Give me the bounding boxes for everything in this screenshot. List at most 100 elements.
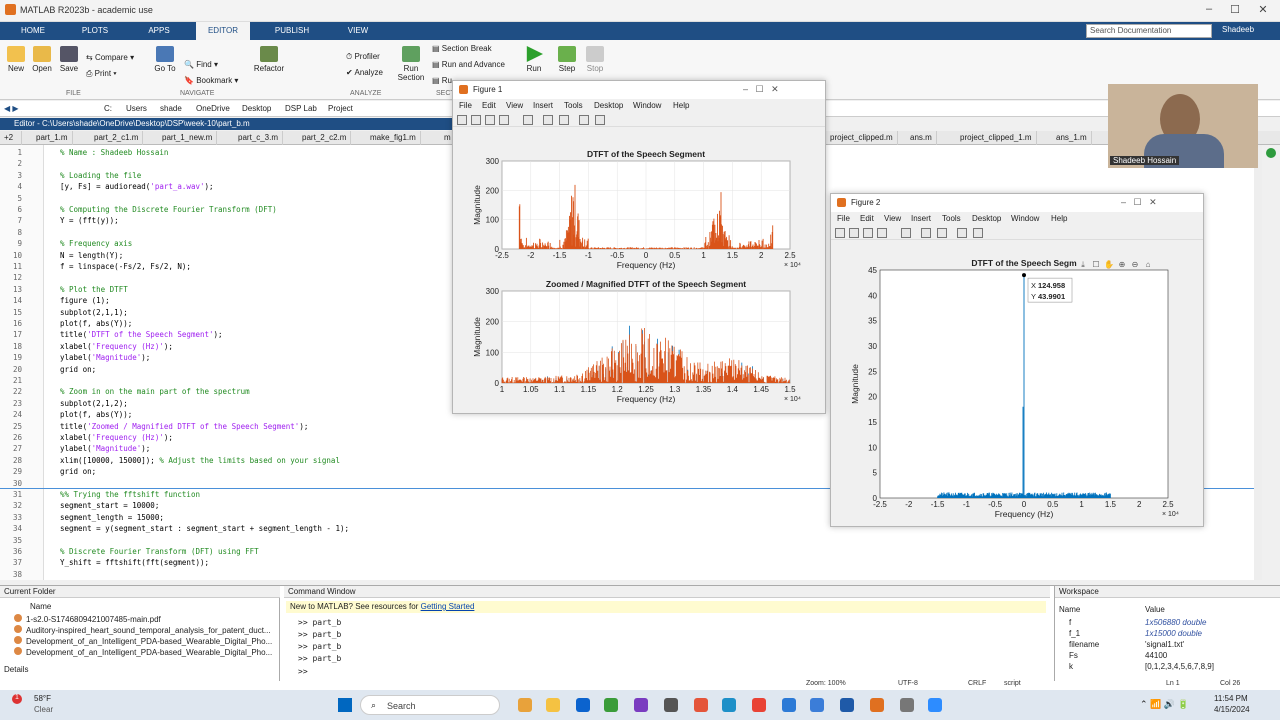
refactor-button[interactable]: Refactor bbox=[252, 46, 286, 73]
menu-help[interactable]: Help bbox=[673, 101, 689, 110]
code-line[interactable]: plot(f, abs(Y)); bbox=[60, 410, 132, 419]
compare-button[interactable]: ⇆ Compare ▾ bbox=[86, 53, 134, 62]
editor-tab-count[interactable]: +2 bbox=[0, 131, 22, 145]
menu-view[interactable]: View bbox=[506, 101, 523, 110]
save-button[interactable]: Save bbox=[57, 46, 81, 73]
profiler-button[interactable]: ⏱ Profiler bbox=[346, 52, 380, 62]
step-button[interactable]: Step bbox=[555, 46, 579, 73]
weather-temp[interactable]: 58°F bbox=[34, 694, 51, 703]
tab-publish[interactable]: PUBLISH bbox=[268, 22, 316, 40]
menu-file[interactable]: File bbox=[837, 214, 850, 223]
app-icon[interactable] bbox=[900, 698, 914, 712]
workspace-var-name[interactable]: filename bbox=[1069, 640, 1099, 649]
code-line[interactable]: segment = y(segment_start : segment_star… bbox=[60, 524, 349, 533]
store-icon[interactable] bbox=[576, 698, 590, 712]
figure-1-controls[interactable]: – ☐ ✕ bbox=[743, 84, 779, 95]
editor-tab[interactable]: part_1_new.m bbox=[158, 131, 218, 145]
command-window-panel[interactable]: Command Window New to MATLAB? See resour… bbox=[284, 586, 1050, 681]
folder-column-name[interactable]: Name bbox=[30, 602, 51, 611]
edge-icon[interactable] bbox=[722, 698, 736, 712]
colorbar-icon[interactable] bbox=[921, 228, 931, 238]
code-line[interactable]: ylabel('Magnitude'); bbox=[60, 353, 150, 362]
workspace-var-name[interactable]: f bbox=[1069, 618, 1071, 627]
code-line[interactable]: % Computing the Discrete Fourier Transfo… bbox=[60, 205, 277, 214]
menu-window[interactable]: Window bbox=[1011, 214, 1039, 223]
breadcrumb-3[interactable]: OneDrive bbox=[196, 104, 230, 113]
details-toggle[interactable]: Details bbox=[4, 665, 28, 674]
code-line[interactable]: % Loading the file bbox=[60, 171, 141, 180]
folder-file-item[interactable]: Development_of_an_Intelligent_PDA-based_… bbox=[14, 636, 272, 646]
pointer-icon[interactable] bbox=[579, 115, 589, 125]
new-figure-icon[interactable] bbox=[835, 228, 845, 238]
code-line[interactable]: % Plot the DTFT bbox=[60, 285, 128, 294]
property-editor-icon[interactable] bbox=[973, 228, 983, 238]
figure-2-controls[interactable]: – ☐ ✕ bbox=[1121, 197, 1157, 208]
code-line[interactable]: subplot(2,1,1); bbox=[60, 308, 128, 317]
code-line[interactable]: title('Zoomed / Magnified DTFT of the Sp… bbox=[60, 422, 308, 431]
code-line[interactable]: Y_shift = fftshift(fft(segment)); bbox=[60, 558, 209, 567]
print-icon[interactable] bbox=[499, 115, 509, 125]
editor-scrollbar[interactable] bbox=[1254, 145, 1262, 580]
editor-tab[interactable]: part_2_c1.m bbox=[90, 131, 144, 145]
section-break-button[interactable]: ▤ Section Break bbox=[432, 44, 492, 53]
close-button[interactable]: ✕ bbox=[1254, 3, 1272, 17]
menu-insert[interactable]: Insert bbox=[533, 101, 553, 110]
link-icon[interactable] bbox=[901, 228, 911, 238]
app-icon[interactable] bbox=[634, 698, 648, 712]
menu-help[interactable]: Help bbox=[1051, 214, 1067, 223]
user-account[interactable]: Shadeeb bbox=[1222, 25, 1254, 34]
colorbar-icon[interactable] bbox=[543, 115, 553, 125]
back-arrow-icon[interactable]: ◀ ▶ bbox=[4, 104, 19, 113]
figure-2-plot-area[interactable]: -2.5 -2 -1.5 -1 -0.5 0 0.5 1 1.5 2 2.5051015202530… bbox=[831, 240, 1203, 526]
code-line[interactable]: grid on; bbox=[60, 467, 96, 476]
windows-start-icon[interactable] bbox=[338, 698, 352, 712]
menu-insert[interactable]: Insert bbox=[911, 214, 931, 223]
editor-tab[interactable]: project_clipped.m bbox=[826, 131, 898, 145]
maximize-button[interactable]: ☐ bbox=[1226, 3, 1244, 17]
folder-file-item[interactable]: Auditory-inspired_heart_sound_temporal_a… bbox=[14, 625, 271, 635]
link-icon[interactable] bbox=[523, 115, 533, 125]
stop-button[interactable]: Stop bbox=[583, 46, 607, 73]
print-button[interactable]: ⎙ Print ▾ bbox=[86, 69, 117, 79]
new-figure-icon[interactable] bbox=[457, 115, 467, 125]
menu-file[interactable]: File bbox=[459, 101, 472, 110]
workspace-var-name[interactable]: Fs bbox=[1069, 651, 1078, 660]
breadcrumb-2[interactable]: shade bbox=[160, 104, 182, 113]
code-line[interactable]: [y, Fs] = audioread('part_a.wav'); bbox=[60, 182, 214, 191]
quick-access-toolbar[interactable] bbox=[936, 25, 1076, 37]
open-icon[interactable] bbox=[471, 115, 481, 125]
editor-tab[interactable]: part_2_c2.m bbox=[298, 131, 352, 145]
editor-tab[interactable]: make_fig1.m bbox=[366, 131, 421, 145]
command-prompt[interactable]: >> bbox=[298, 667, 308, 676]
figure-1-window[interactable]: Figure 1 – ☐ ✕ File Edit View Insert Too… bbox=[452, 80, 826, 414]
code-line[interactable]: xlabel('Frequency (Hz)'); bbox=[60, 342, 173, 351]
folder-file-item[interactable]: Development_of_an_Intelligent_PDA-based_… bbox=[14, 647, 272, 657]
code-line[interactable]: segment_start = 10000; bbox=[60, 501, 159, 510]
vscode-icon[interactable] bbox=[782, 698, 796, 712]
editor-tab[interactable]: part_1.m bbox=[32, 131, 73, 145]
editor-tab[interactable]: ans_1.m bbox=[1052, 131, 1092, 145]
workspace-var-name[interactable]: k bbox=[1069, 662, 1073, 671]
workspace-col-name[interactable]: Name bbox=[1059, 605, 1080, 614]
find-button[interactable]: 🔍 Find ▾ bbox=[184, 60, 218, 69]
menu-edit[interactable]: Edit bbox=[860, 214, 874, 223]
breadcrumb-0[interactable]: C: bbox=[104, 104, 112, 113]
search-documentation-input[interactable]: Search Documentation bbox=[1086, 24, 1212, 38]
menu-tools[interactable]: Tools bbox=[564, 101, 583, 110]
run-section-button[interactable]: Run Section bbox=[396, 46, 426, 82]
minimize-button[interactable]: – bbox=[1200, 3, 1218, 17]
chrome-icon[interactable] bbox=[752, 698, 766, 712]
firefox-icon[interactable] bbox=[694, 698, 708, 712]
run-button[interactable]: Run bbox=[522, 46, 546, 73]
code-line[interactable]: figure (1); bbox=[60, 296, 110, 305]
code-line[interactable]: xlim([10000, 15000]); % Adjust the limit… bbox=[60, 456, 340, 465]
tab-editor[interactable]: EDITOR bbox=[196, 22, 250, 40]
clock-date[interactable]: 4/15/2024 bbox=[1214, 705, 1250, 714]
clock-time[interactable]: 11:54 PM bbox=[1214, 694, 1248, 703]
code-line[interactable]: % Frequency axis bbox=[60, 239, 132, 248]
taskbar-search[interactable]: ⌕ Search bbox=[360, 695, 500, 715]
app-icon[interactable] bbox=[604, 698, 618, 712]
code-line[interactable]: xlabel('Frequency (Hz)'); bbox=[60, 433, 173, 442]
breadcrumb-4[interactable]: Desktop bbox=[242, 104, 271, 113]
breadcrumb-6[interactable]: Project bbox=[328, 104, 353, 113]
